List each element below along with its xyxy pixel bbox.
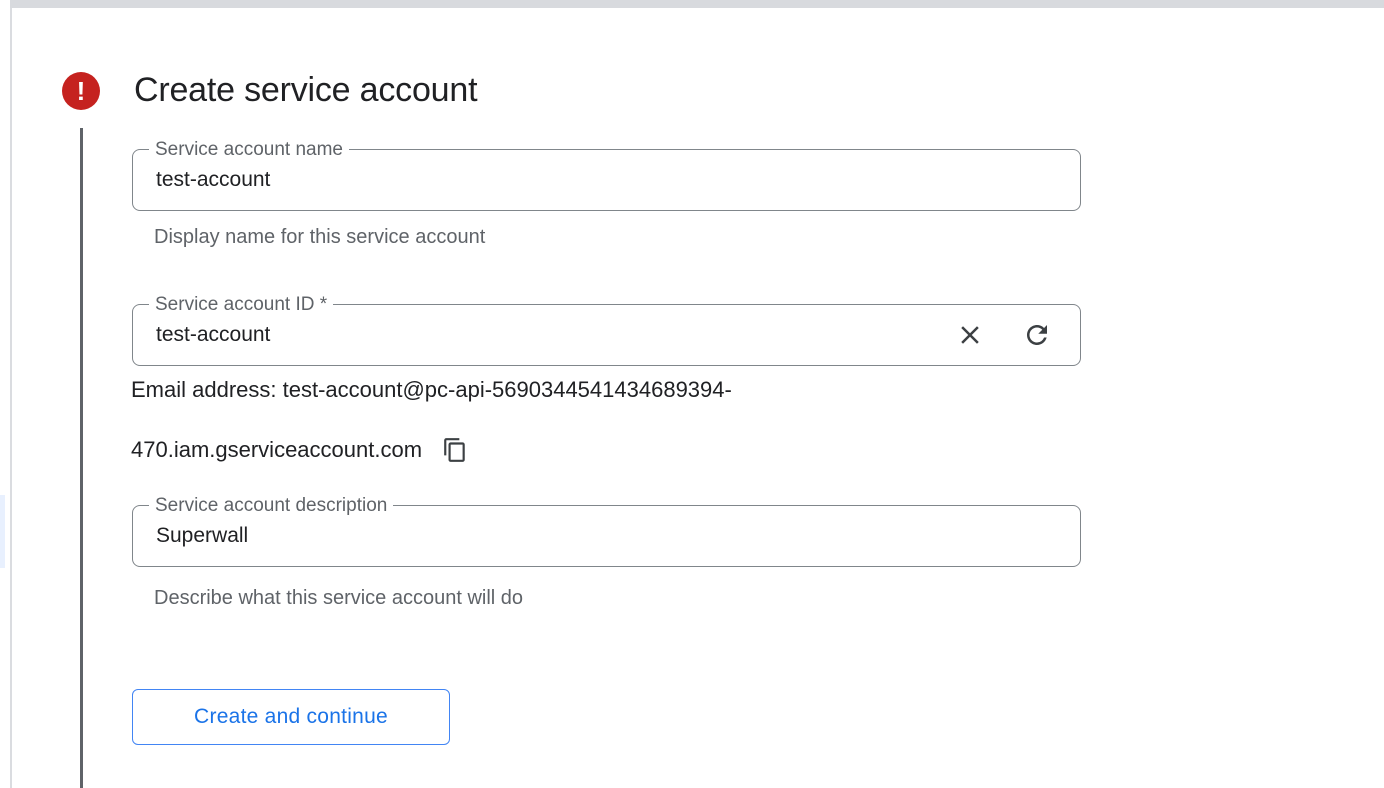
email-address-line-2-text: 470.iam.gserviceaccount.com [131, 437, 422, 463]
email-address-line-1: Email address: test-account@pc-api-56903… [131, 377, 732, 403]
stepper-connector-line [80, 128, 83, 788]
service-account-name-input[interactable] [156, 151, 1053, 209]
close-icon [955, 320, 985, 350]
refresh-icon [1022, 320, 1052, 350]
error-icon: ! [62, 72, 100, 110]
service-account-id-input[interactable] [156, 306, 913, 364]
service-account-description-field: Service account description [132, 505, 1081, 567]
service-account-description-helper: Describe what this service account will … [154, 587, 523, 610]
error-glyph: ! [77, 78, 86, 104]
create-and-continue-button[interactable]: Create and continue [132, 689, 450, 745]
service-account-id-field: Service account ID * [132, 304, 1081, 366]
service-account-name-field: Service account name [132, 149, 1081, 211]
page-title: Create service account [134, 67, 477, 113]
top-divider [10, 0, 1384, 8]
copy-email-button[interactable] [442, 437, 468, 463]
clear-id-button[interactable] [955, 320, 985, 350]
copy-icon [442, 437, 468, 463]
email-address-line-2: 470.iam.gserviceaccount.com [131, 437, 468, 463]
left-panel-divider [10, 8, 12, 788]
regenerate-id-button[interactable] [1022, 320, 1052, 350]
service-account-description-input[interactable] [156, 507, 1053, 565]
service-account-name-helper: Display name for this service account [154, 226, 485, 249]
create-service-account-page: ! Create service account Service account… [0, 0, 1384, 788]
left-edge-highlight [0, 495, 5, 568]
